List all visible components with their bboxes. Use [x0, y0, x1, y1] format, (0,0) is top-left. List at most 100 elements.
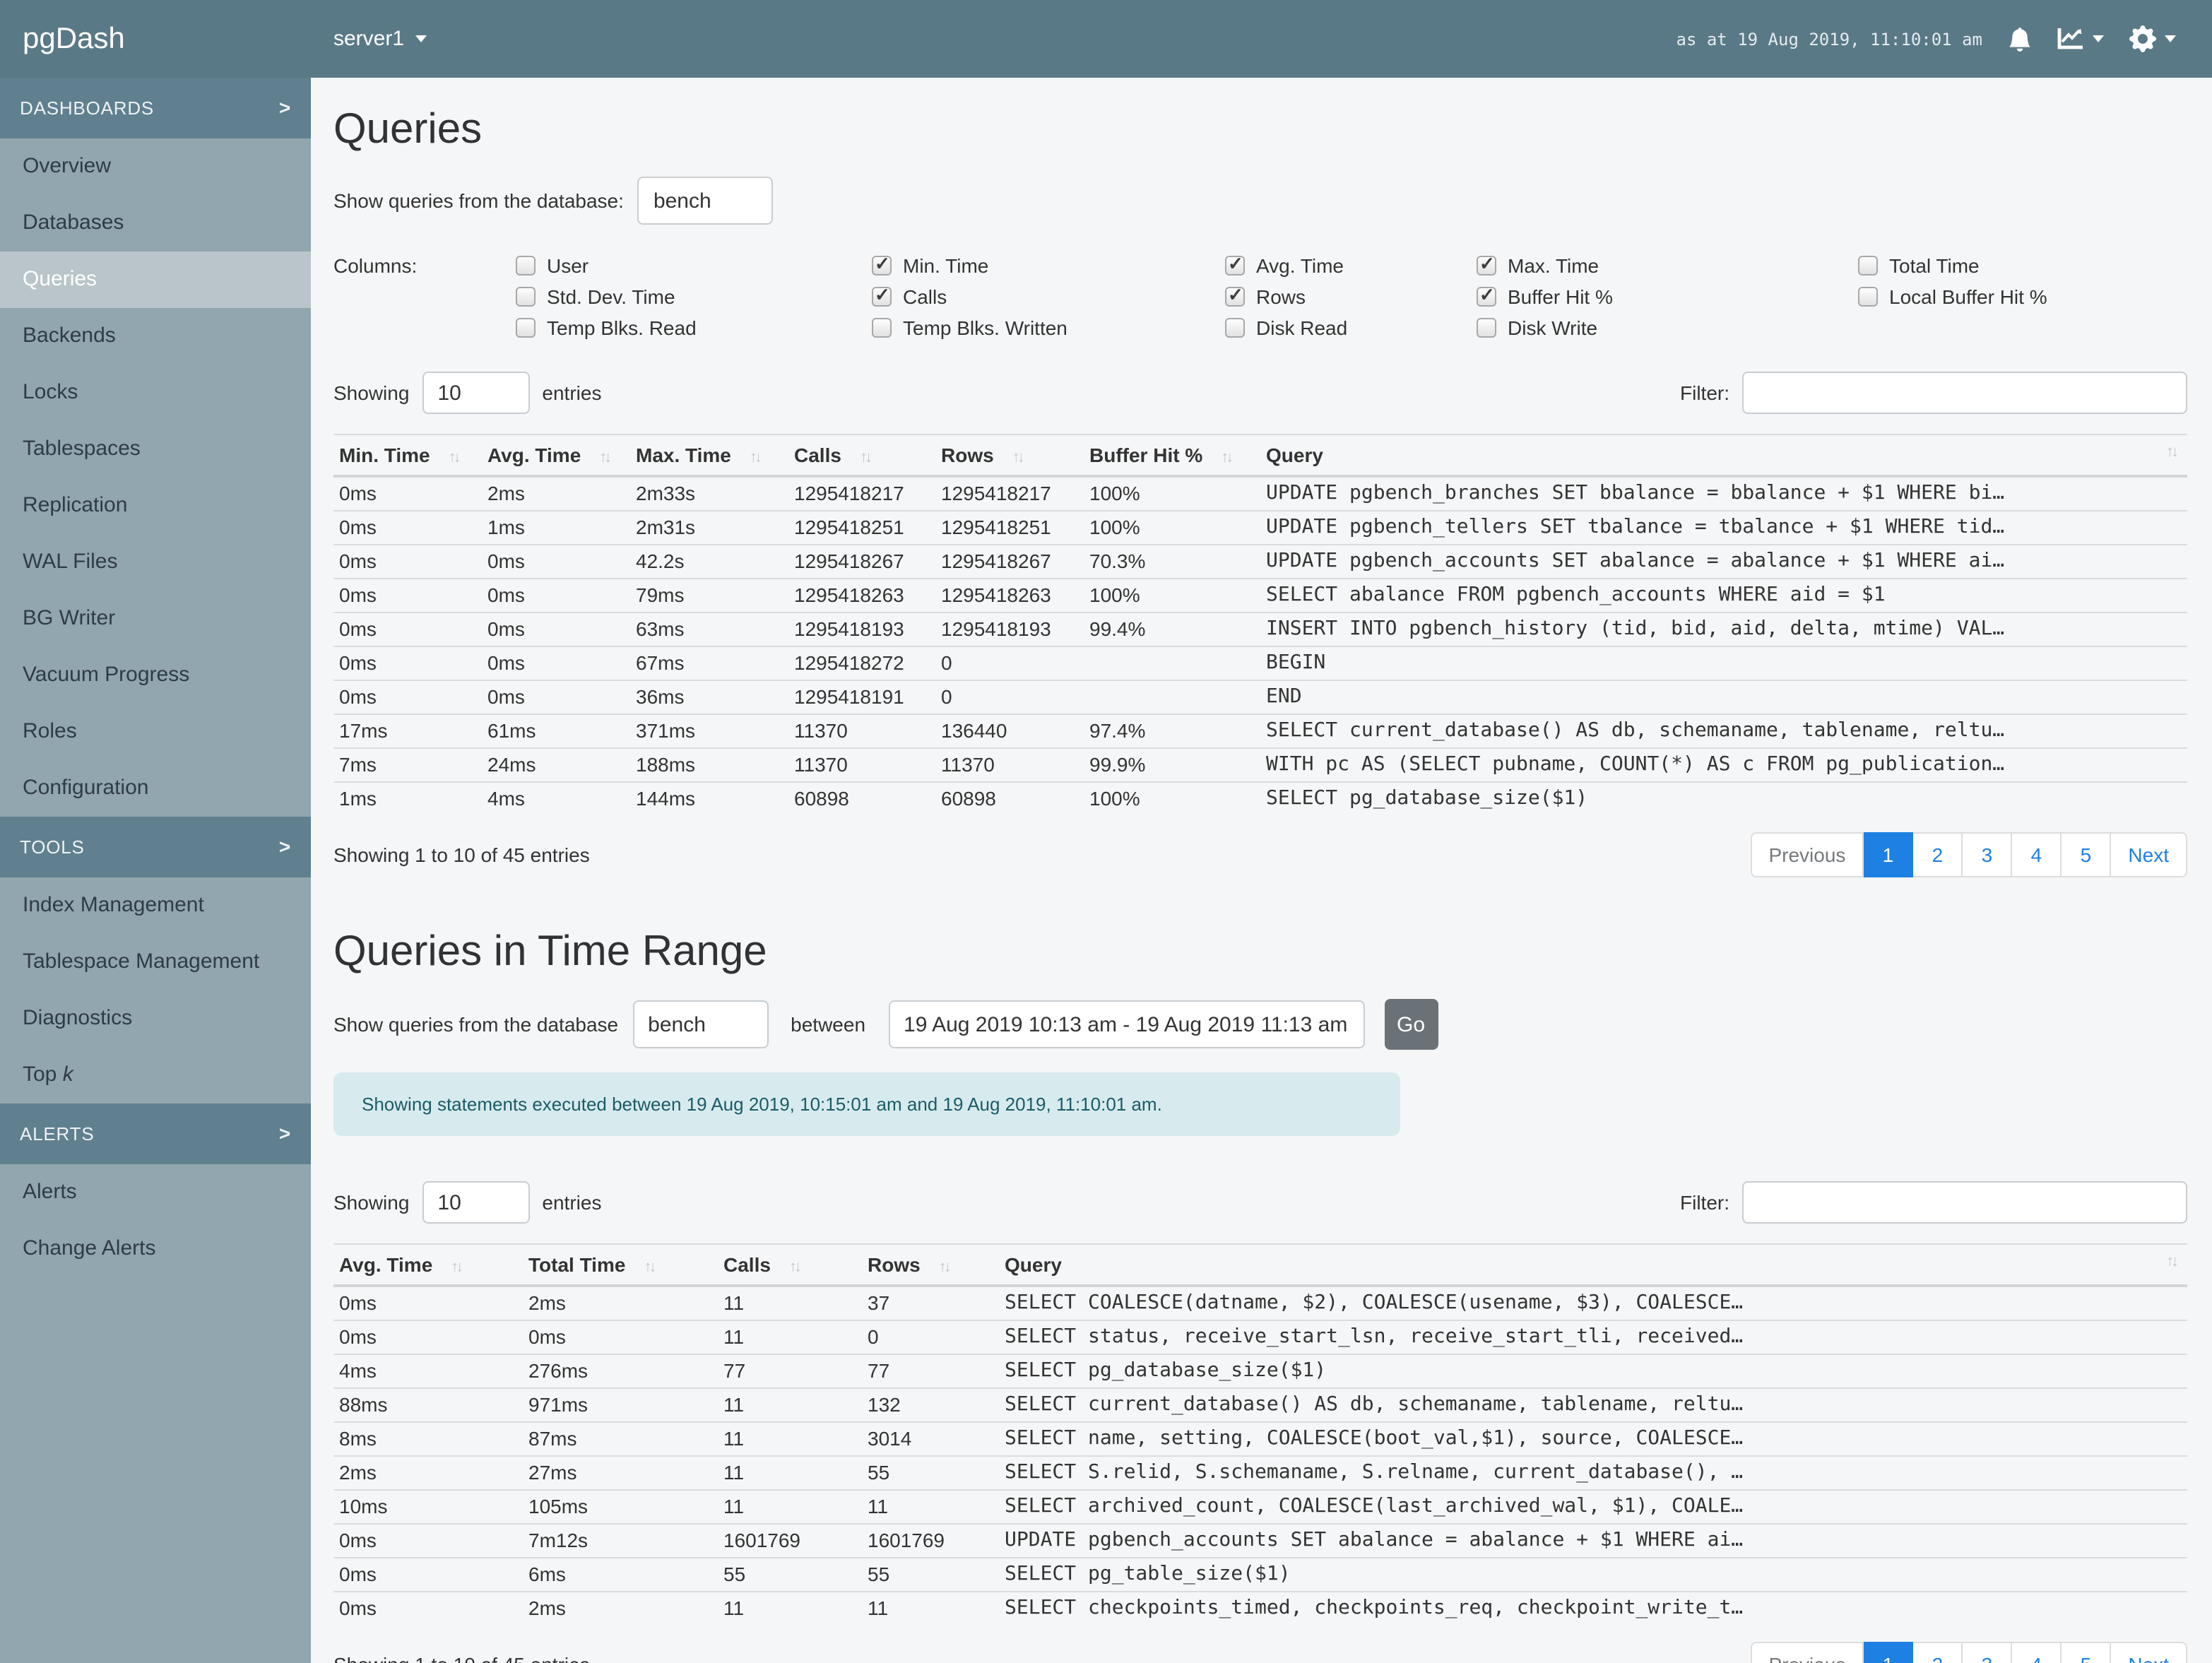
column-header-calls[interactable]: Calls ↑↓: [718, 1243, 862, 1287]
checkbox-box[interactable]: [872, 318, 892, 338]
sort-icon[interactable]: ↑↓: [1221, 449, 1234, 466]
sidebar-item-top-k[interactable]: Top k: [0, 1047, 311, 1103]
checkbox-temp-blks-written[interactable]: Temp Blks. Written: [872, 312, 1225, 343]
sidebar-item-overview[interactable]: Overview: [0, 138, 311, 195]
checkbox-total-time[interactable]: Total Time: [1858, 250, 2187, 281]
query-link[interactable]: SELECT current_database() AS db, scheman…: [1260, 714, 2187, 748]
sidebar-item-vacuum-progress[interactable]: Vacuum Progress: [0, 647, 311, 704]
sidebar-item-locks[interactable]: Locks: [0, 365, 311, 421]
sort-icon[interactable]: ↑↓: [449, 449, 461, 466]
query-link[interactable]: SELECT current_database() AS db, scheman…: [999, 1387, 2187, 1422]
checkbox-calls[interactable]: Calls: [872, 281, 1225, 312]
checkbox-box[interactable]: [516, 318, 536, 338]
query-link[interactable]: SELECT pg_table_size($1): [999, 1557, 2187, 1592]
sidebar-item-change-alerts[interactable]: Change Alerts: [0, 1221, 311, 1277]
checkbox-temp-blks-read[interactable]: Temp Blks. Read: [516, 312, 872, 343]
sort-icon[interactable]: ↑↓: [860, 449, 873, 466]
sidebar-item-diagnostics[interactable]: Diagnostics: [0, 990, 311, 1047]
pagination-page-5[interactable]: 5: [2062, 1642, 2112, 1663]
pagination-page-1[interactable]: 1: [1864, 1642, 1914, 1663]
sort-icon[interactable]: ↑↓: [599, 449, 612, 466]
date-range-input[interactable]: [888, 1000, 1365, 1048]
sidebar-item-backends[interactable]: Backends: [0, 308, 311, 365]
sidebar-item-databases[interactable]: Databases: [0, 195, 311, 251]
sidebar-item-roles[interactable]: Roles: [0, 704, 311, 760]
query-link[interactable]: UPDATE pgbench_accounts SET abalance = a…: [999, 1523, 2187, 1558]
sort-icon[interactable]: ↑↓: [451, 1259, 463, 1276]
query-link[interactable]: SELECT status, receive_start_lsn, receiv…: [999, 1320, 2187, 1354]
column-header-query[interactable]: Query ↑↓: [1260, 434, 2187, 478]
query-link[interactable]: UPDATE pgbench_accounts SET abalance = a…: [1260, 544, 2187, 579]
notifications-button[interactable]: [2008, 26, 2032, 52]
column-header-rows[interactable]: Rows ↑↓: [935, 434, 1084, 478]
checkbox-user[interactable]: User: [516, 250, 872, 281]
sidebar-item-tablespaces[interactable]: Tablespaces: [0, 421, 311, 478]
query-link[interactable]: SELECT pg_database_size($1): [999, 1354, 2187, 1388]
sort-icon[interactable]: ↑↓: [2166, 444, 2179, 461]
column-header-buffer-hit[interactable]: Buffer Hit % ↑↓: [1084, 434, 1260, 478]
sort-icon[interactable]: ↑↓: [2166, 1253, 2179, 1270]
settings-menu-button[interactable]: [2129, 25, 2176, 52]
query-link[interactable]: SELECT S.relid, S.schemaname, S.relname,…: [999, 1455, 2187, 1490]
checkbox-min-time[interactable]: Min. Time: [872, 250, 1225, 281]
checkbox-disk-read[interactable]: Disk Read: [1225, 312, 1477, 343]
column-header-total-time[interactable]: Total Time ↑↓: [523, 1243, 718, 1287]
column-header-rows[interactable]: Rows ↑↓: [862, 1243, 999, 1287]
column-header-max-time[interactable]: Max. Time ↑↓: [630, 434, 788, 478]
checkbox-max-time[interactable]: Max. Time: [1477, 250, 1858, 281]
sidebar-item-wal-files[interactable]: WAL Files: [0, 534, 311, 591]
pagination-page-2[interactable]: 2: [1913, 1642, 1963, 1663]
sidebar-section-tools[interactable]: TOOLS >: [0, 817, 311, 877]
checkbox-box[interactable]: [872, 253, 892, 276]
query-link[interactable]: UPDATE pgbench_branches SET bbalance = b…: [1260, 476, 2187, 511]
checkbox-rows[interactable]: Rows: [1225, 281, 1477, 312]
page-size-input[interactable]: [422, 372, 530, 414]
column-header-min-time[interactable]: Min. Time ↑↓: [333, 434, 482, 478]
pagination-page-2[interactable]: 2: [1913, 832, 1963, 877]
query-link[interactable]: WITH pc AS (SELECT pubname, COUNT(*) AS …: [1260, 747, 2187, 782]
sort-icon[interactable]: ↑↓: [750, 449, 762, 466]
column-header-avg-time[interactable]: Avg. Time ↑↓: [482, 434, 630, 478]
query-link[interactable]: SELECT checkpoints_timed, checkpoints_re…: [999, 1591, 2187, 1625]
pagination-page-4[interactable]: 4: [2012, 832, 2062, 877]
brand-logo[interactable]: pgDash: [0, 22, 311, 56]
checkbox-box[interactable]: [1477, 318, 1496, 338]
sidebar-item-index-management[interactable]: Index Management: [0, 877, 311, 934]
pagination-page-3[interactable]: 3: [1963, 832, 2013, 877]
column-header-calls[interactable]: Calls ↑↓: [788, 434, 935, 478]
query-link[interactable]: INSERT INTO pgbench_history (tid, bid, a…: [1260, 612, 2187, 646]
column-header-avg-time[interactable]: Avg. Time ↑↓: [333, 1243, 523, 1287]
sidebar-item-configuration[interactable]: Configuration: [0, 760, 311, 817]
pagination-page-5[interactable]: 5: [2062, 832, 2112, 877]
pagination-page-3[interactable]: 3: [1963, 1642, 2013, 1663]
go-button[interactable]: Go: [1384, 999, 1438, 1050]
checkbox-box[interactable]: [516, 287, 536, 307]
sort-icon[interactable]: ↑↓: [1012, 449, 1025, 466]
query-link[interactable]: END: [1260, 680, 2187, 714]
query-link[interactable]: SELECT abalance FROM pgbench_accounts WH…: [1260, 578, 2187, 612]
column-header-query[interactable]: Query ↑↓: [999, 1243, 2187, 1287]
pagination-page-4[interactable]: 4: [2012, 1642, 2062, 1663]
sidebar-item-tablespace-management[interactable]: Tablespace Management: [0, 934, 311, 990]
checkbox-local-buffer-hit[interactable]: Local Buffer Hit %: [1858, 281, 2187, 312]
sidebar-item-queries[interactable]: Queries: [0, 251, 311, 308]
checkbox-box[interactable]: [1477, 253, 1496, 276]
filter-input[interactable]: [1742, 372, 2187, 414]
checkbox-box[interactable]: [872, 284, 892, 307]
sidebar-item-bg-writer[interactable]: BG Writer: [0, 591, 311, 647]
server-selector[interactable]: server1: [333, 27, 427, 51]
checkbox-std-dev-time[interactable]: Std. Dev. Time: [516, 281, 872, 312]
checkbox-box[interactable]: [1225, 253, 1245, 276]
sidebar-item-alerts[interactable]: Alerts: [0, 1164, 311, 1221]
query-link[interactable]: SELECT name, setting, COALESCE(boot_val,…: [999, 1421, 2187, 1456]
checkbox-avg-time[interactable]: Avg. Time: [1225, 250, 1477, 281]
pagination-previous[interactable]: Previous: [1750, 1642, 1864, 1663]
query-link[interactable]: UPDATE pgbench_tellers SET tbalance = tb…: [1260, 510, 2187, 545]
checkbox-box[interactable]: [516, 256, 536, 276]
checkbox-box[interactable]: [1225, 284, 1245, 307]
query-link[interactable]: SELECT COALESCE(datname, $2), COALESCE(u…: [999, 1286, 2187, 1320]
database-input[interactable]: [637, 177, 774, 225]
checkbox-box[interactable]: [1477, 284, 1496, 307]
sort-icon[interactable]: ↑↓: [789, 1259, 802, 1276]
charts-menu-button[interactable]: [2057, 27, 2104, 51]
